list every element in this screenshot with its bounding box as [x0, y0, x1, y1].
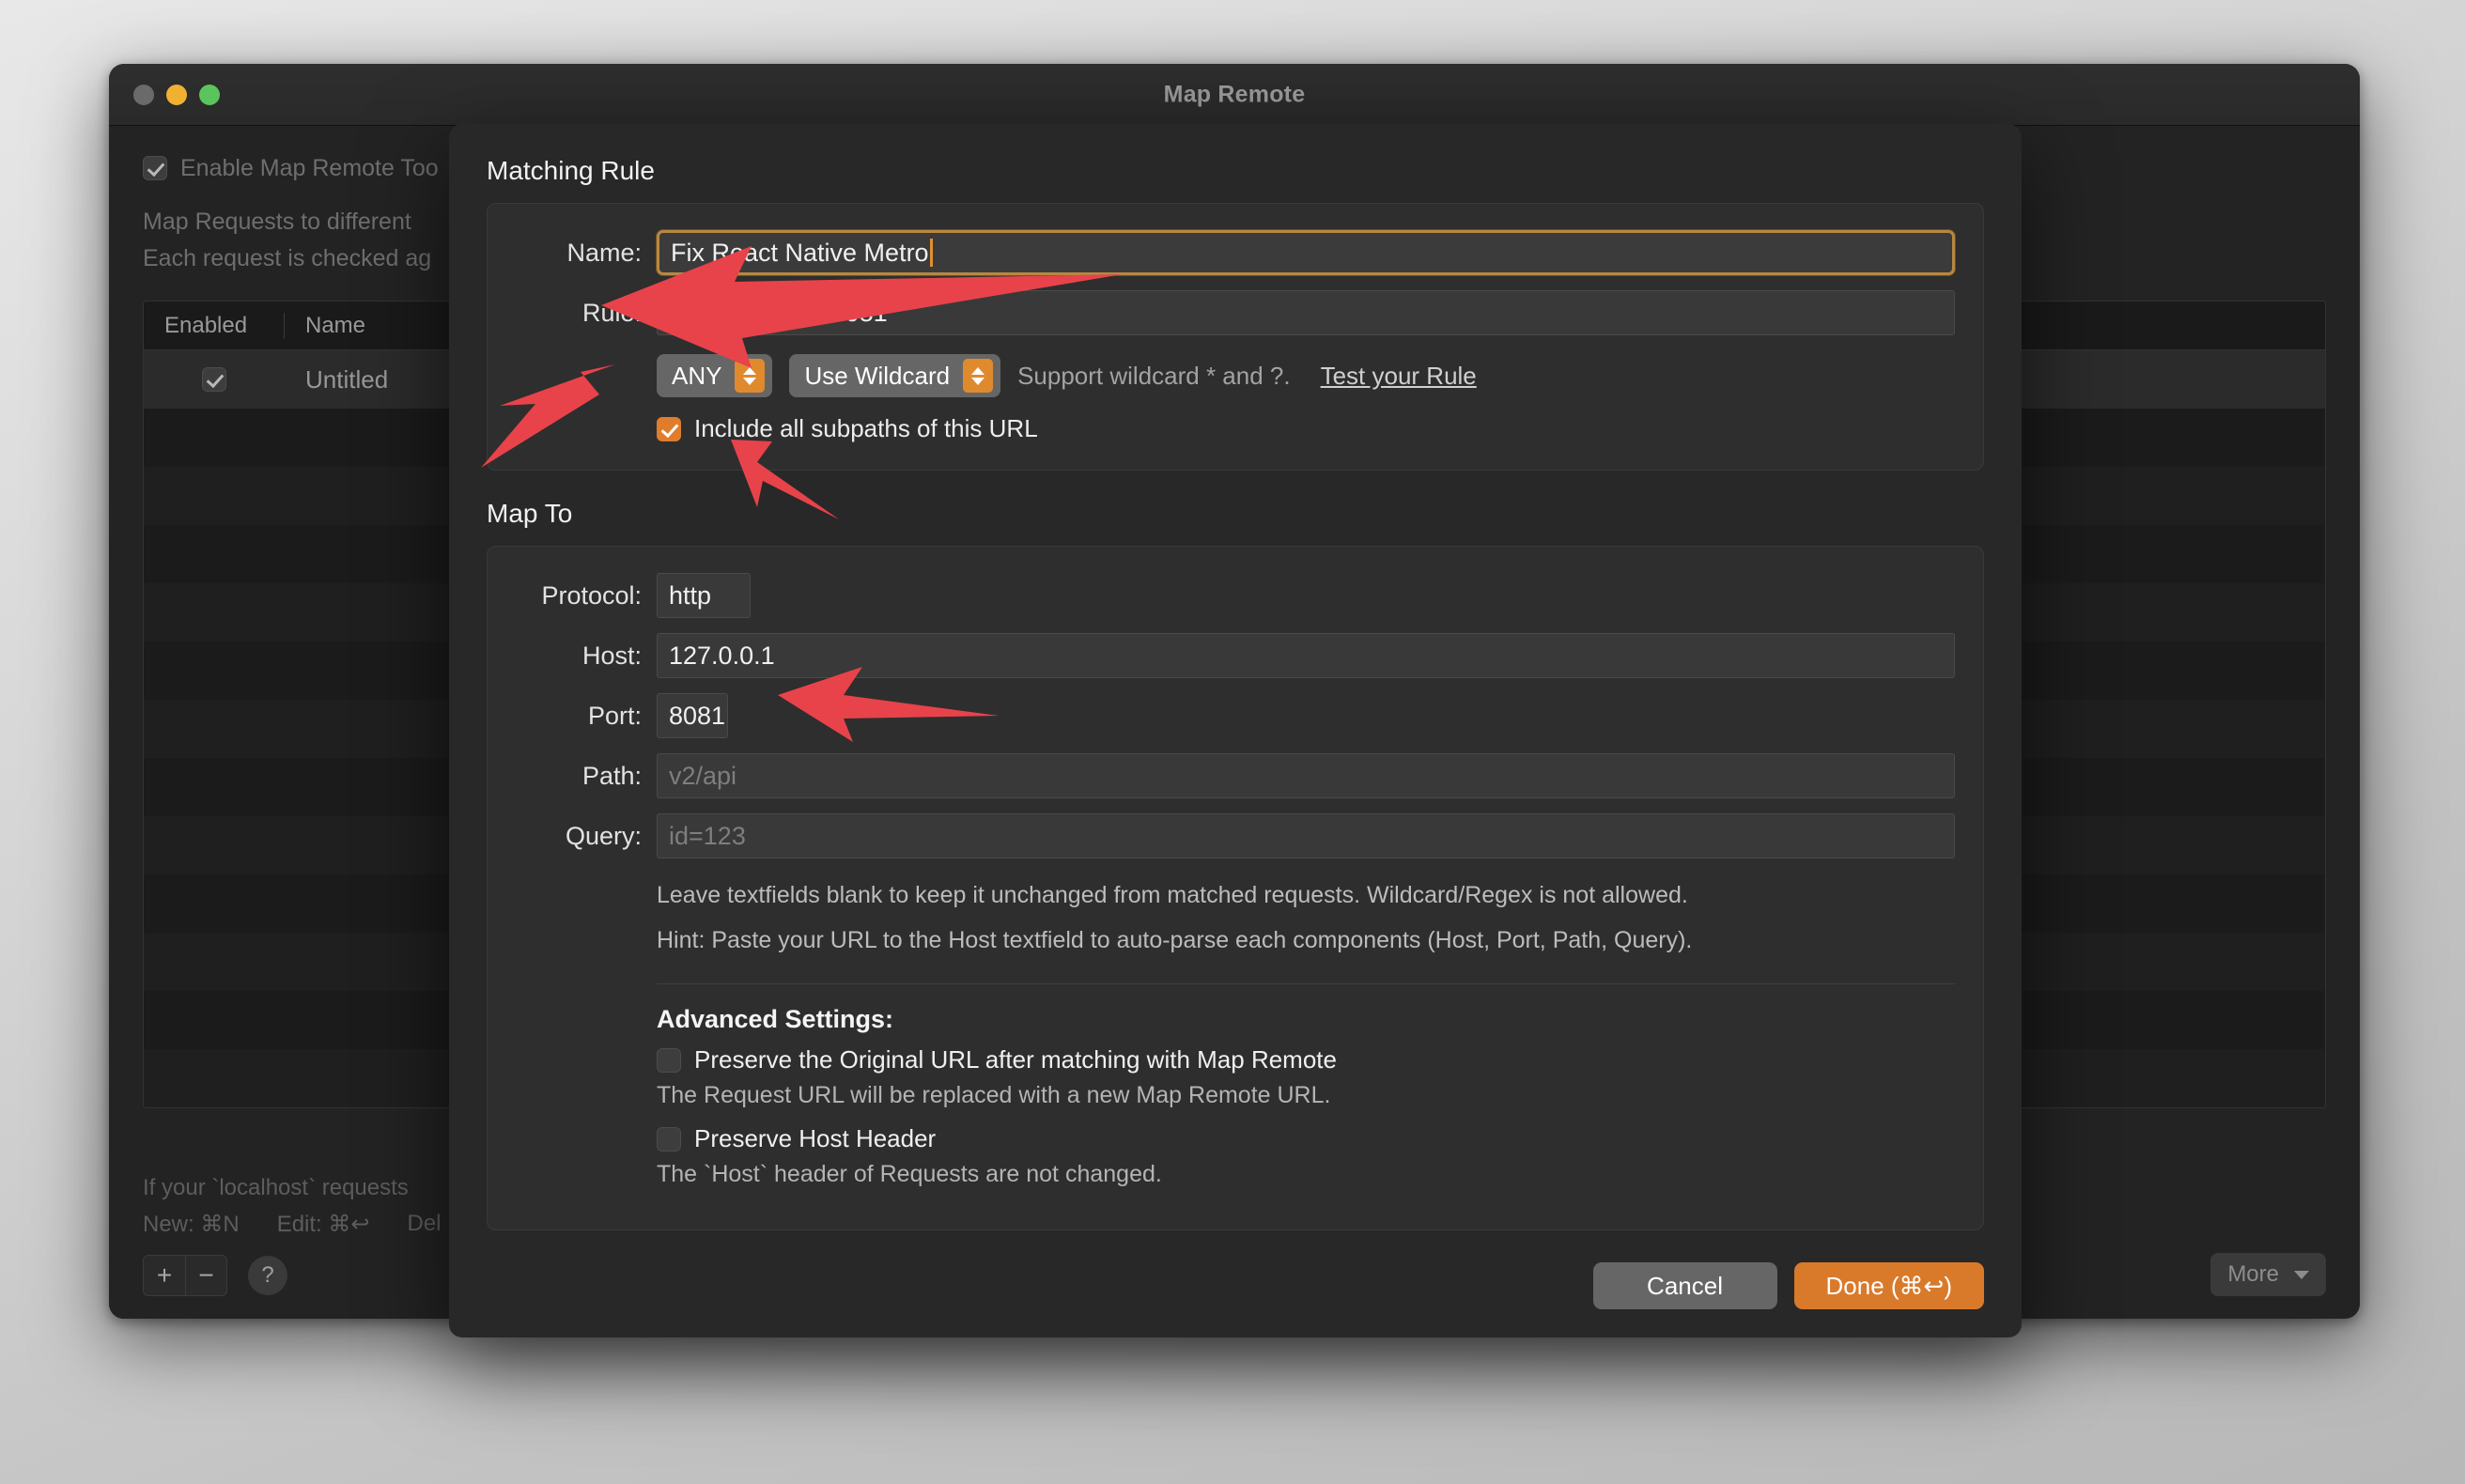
shortcut-edit: Edit: ⌘↩ [276, 1212, 370, 1237]
name-field-row: Name: Fix React Native Metro [516, 230, 1955, 275]
wildcard-hint: Support wildcard * and ?. [1017, 361, 1291, 390]
query-field-row: Query: id=123 [516, 813, 1955, 858]
preserve-host-checkbox[interactable] [657, 1126, 681, 1152]
rule-label: Rule: [581, 298, 642, 327]
path-input[interactable]: v2/api [657, 753, 1955, 798]
more-dropdown-button[interactable]: More [2210, 1253, 2326, 1296]
query-input[interactable]: id=123 [657, 813, 1955, 858]
preserve-url-checkbox[interactable] [657, 1047, 681, 1073]
sheet-footer: Cancel Done (⌘↩) [1592, 1262, 1984, 1309]
rule-options-row: ANY Use Wildcard Support wildcard * and … [657, 354, 1955, 397]
window-title: Map Remote [1163, 81, 1306, 107]
host-label: Host: [581, 641, 642, 670]
rule-input-value: http://10.0.2.2:8081 [669, 298, 888, 327]
add-rule-button[interactable]: + [144, 1256, 185, 1295]
test-your-rule-link[interactable]: Test your Rule [1321, 362, 1477, 391]
map-remote-edit-sheet: Matching Rule Name: Fix React Native Met… [449, 124, 2022, 1337]
port-field-row: Port: 8081 [516, 693, 1955, 738]
stepper-icon [963, 359, 994, 393]
map-to-panel: Protocol: http Host: 127.0.0.1 Port: 808… [487, 546, 1984, 1230]
enable-map-remote-checkbox[interactable] [143, 156, 167, 181]
column-header-name: Name [305, 312, 366, 338]
chevron-down-icon [2294, 1270, 2309, 1279]
protocol-input-value: http [669, 580, 712, 610]
matching-rule-section-title: Matching Rule [487, 156, 655, 185]
shortcut-new: New: ⌘N [143, 1212, 240, 1237]
row-enabled-checkbox[interactable] [202, 367, 226, 393]
advanced-divider [657, 983, 1955, 984]
matching-rule-panel: Name: Fix React Native Metro Rule: http:… [487, 203, 1984, 471]
preserve-url-note: The Request URL will be replaced with a … [657, 1082, 1331, 1108]
preserve-host-label: Preserve Host Header [694, 1124, 937, 1152]
advanced-settings-title: Advanced Settings: [657, 1005, 894, 1033]
done-button[interactable]: Done (⌘↩) [1793, 1262, 1984, 1309]
window-titlebar: Map Remote [109, 64, 2360, 126]
enable-map-remote-label: Enable Map Remote Too [180, 155, 439, 181]
stepper-icon [735, 359, 766, 393]
more-dropdown-label: More [2227, 1261, 2279, 1287]
add-remove-group: + − [143, 1255, 227, 1296]
method-select[interactable]: ANY [657, 354, 773, 397]
column-header-enabled: Enabled [144, 312, 285, 339]
shortcut-delete: Del [407, 1211, 442, 1236]
row-enabled-cell[interactable] [144, 367, 285, 393]
remove-rule-button[interactable]: − [185, 1256, 226, 1295]
name-input-value: Fix React Native Metro [671, 238, 929, 267]
protocol-field-row: Protocol: http [516, 573, 1955, 618]
port-input-value: 8081 [669, 701, 726, 730]
row-name-cell: Untitled [305, 364, 389, 394]
name-input[interactable]: Fix React Native Metro [657, 230, 1955, 275]
subpaths-checkbox[interactable] [657, 416, 681, 441]
rule-field-row: Rule: http://10.0.2.2:8081 [516, 290, 1955, 335]
preserve-host-row[interactable]: Preserve Host Header [657, 1124, 1955, 1153]
host-field-row: Host: 127.0.0.1 [516, 633, 1955, 678]
rule-input[interactable]: http://10.0.2.2:8081 [657, 290, 1955, 335]
port-input[interactable]: 8081 [657, 693, 728, 738]
path-label: Path: [581, 761, 642, 790]
map-to-note-2: Hint: Paste your URL to the Host textfie… [657, 926, 1693, 953]
preserve-url-label: Preserve the Original URL after matching… [694, 1045, 1337, 1074]
host-input[interactable]: 127.0.0.1 [657, 633, 1955, 678]
subpaths-label: Include all subpaths of this URL [694, 414, 1038, 442]
preserve-host-note: The `Host` header of Requests are not ch… [657, 1161, 1162, 1187]
wildcard-select[interactable]: Use Wildcard [789, 354, 1001, 397]
path-field-row: Path: v2/api [516, 753, 1955, 798]
preserve-url-row[interactable]: Preserve the Original URL after matching… [657, 1045, 1955, 1074]
cancel-button[interactable]: Cancel [1592, 1262, 1777, 1309]
subpaths-row[interactable]: Include all subpaths of this URL [657, 414, 1955, 443]
text-cursor [929, 239, 933, 267]
map-to-note-1: Leave textfields blank to keep it unchan… [657, 882, 1688, 908]
help-button[interactable]: ? [248, 1256, 287, 1295]
protocol-input[interactable]: http [657, 573, 751, 618]
wildcard-select-value: Use Wildcard [804, 361, 951, 390]
query-label: Query: [565, 821, 642, 850]
port-label: Port: [587, 701, 642, 730]
protocol-label: Protocol: [541, 580, 642, 610]
query-input-placeholder: id=123 [669, 821, 746, 850]
host-input-value: 127.0.0.1 [669, 641, 775, 670]
path-input-placeholder: v2/api [669, 761, 737, 790]
name-label: Name: [566, 238, 642, 267]
method-select-value: ANY [672, 361, 722, 390]
map-to-section-title: Map To [487, 499, 573, 528]
